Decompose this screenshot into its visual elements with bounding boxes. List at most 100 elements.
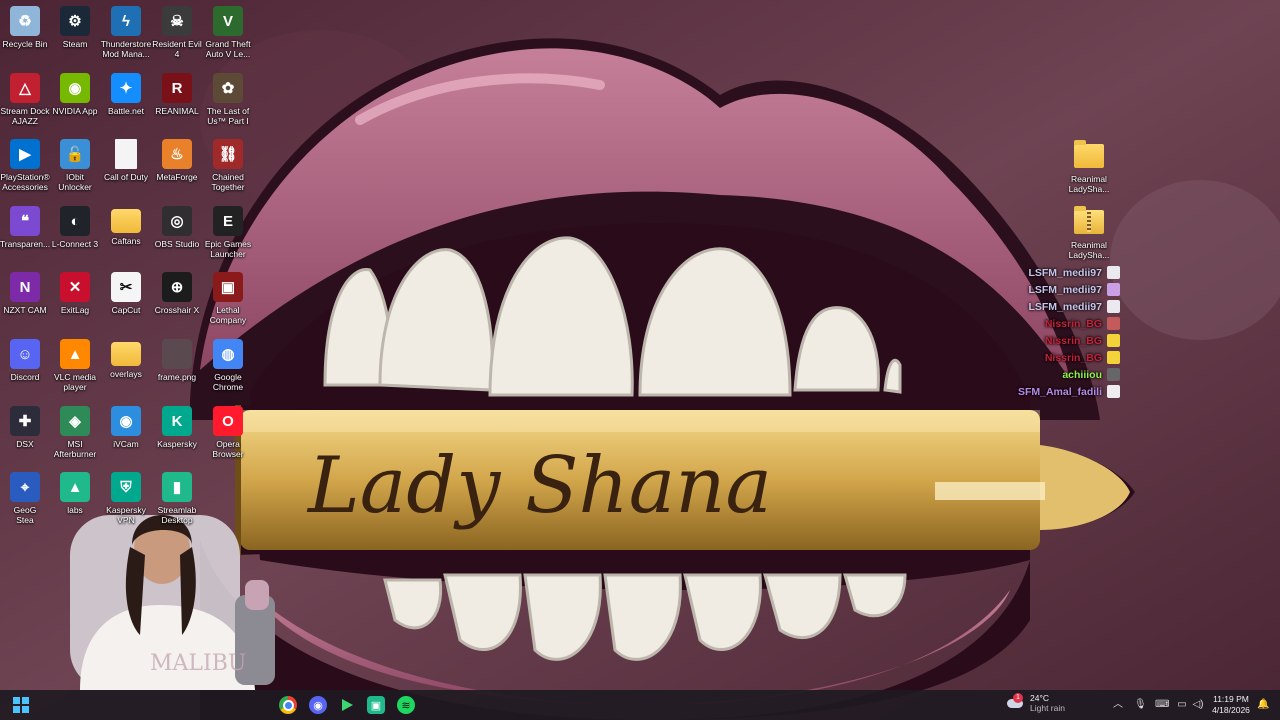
desktop-icon-label: IObit Unlocker xyxy=(58,172,92,192)
chat-badge-icon xyxy=(1107,368,1120,381)
image-file-icon xyxy=(162,339,192,369)
desktop-icon-label: L-Connect 3 xyxy=(51,239,99,249)
chat-badge-icon xyxy=(1107,385,1120,398)
chat-bubble-icon: ❝ xyxy=(10,206,40,236)
desktop-icon[interactable]: ⛨ Kaspersky VPN xyxy=(101,472,151,525)
desktop-icon[interactable]: Call of Duty xyxy=(101,139,151,182)
desktop-icon[interactable]: ⚙ Steam xyxy=(50,6,100,49)
desktop-icon[interactable]: ✕ ExitLag xyxy=(50,272,100,315)
desktop-icon[interactable]: ◉ iVCam xyxy=(101,406,151,449)
desktop-icon[interactable]: 🔓 IObit Unlocker xyxy=(50,139,100,192)
spotify-icon[interactable]: ≋ xyxy=(397,696,415,714)
desktop-icon[interactable]: ✂ CapCut xyxy=(101,272,151,315)
app-icon[interactable]: ▣ xyxy=(367,696,385,714)
desktop-icon[interactable]: O Opera Browser xyxy=(203,406,253,459)
notification-icon[interactable]: 🔔 xyxy=(1257,699,1269,711)
desktop-icon[interactable]: R REANIMAL xyxy=(152,73,202,116)
microphone-icon[interactable]: 🎙 xyxy=(1134,699,1147,711)
chat-username: achiiiou xyxy=(1062,368,1102,381)
chat-badge-icon xyxy=(1107,317,1120,330)
chat-badge-icon xyxy=(1107,351,1120,364)
desktop-icon[interactable]: ◈ MSI Afterburner xyxy=(50,406,100,459)
desktop-icon[interactable]: ▲ labs xyxy=(50,472,100,515)
desktop-icon[interactable]: ◐ L-Connect 3 xyxy=(50,206,100,249)
desktop-icon[interactable]: ♨ MetaForge xyxy=(152,139,202,182)
obs-icon: ◎ xyxy=(162,206,192,236)
desktop-icon-label: Resident Evil 4 xyxy=(152,39,202,59)
streamlabs-icon: ▲ xyxy=(60,472,90,502)
desktop-icon[interactable]: ◉ NVIDIA App xyxy=(50,73,100,116)
desktop-icon[interactable]: ϟ Thunderstore Mod Mana... xyxy=(101,6,151,59)
desktop-icon-label: ExitLag xyxy=(60,305,90,315)
desktop-icon[interactable]: ♻ Recycle Bin xyxy=(0,6,50,49)
kaspersky-icon: K xyxy=(162,406,192,436)
desktop-icon-label: labs xyxy=(67,505,83,515)
desktop-icon[interactable]: ⛓ Chained Together xyxy=(203,139,253,192)
desktop-icon[interactable]: E Epic Games Launcher xyxy=(203,206,253,259)
file-icon xyxy=(115,139,137,169)
desktop-icon[interactable]: V Grand Theft Auto V Le... xyxy=(203,6,253,59)
desktop-icon[interactable]: ✿ The Last of Us™ Part I xyxy=(203,73,253,126)
chat-username: LSFM_medii97 xyxy=(1028,300,1102,313)
desktop-icon-label: Crosshair X xyxy=(154,305,200,315)
desktop-icon[interactable]: △ Stream Dock AJAZZ xyxy=(0,73,50,126)
weather-temp: 24°C xyxy=(1030,693,1049,703)
desktop-icon[interactable]: Caftans xyxy=(101,206,151,246)
desktop-icon[interactable]: ☺ Discord xyxy=(0,339,50,382)
desktop-icon[interactable]: ☠ Resident Evil 4 xyxy=(152,6,202,59)
resident-evil-icon: ☠ xyxy=(162,6,192,36)
discord-icon: ☺ xyxy=(10,339,40,369)
folder-icon xyxy=(111,209,141,233)
metaforge-icon: ♨ xyxy=(162,139,192,169)
desktop-icon-label: Battle.net xyxy=(108,106,144,116)
reanimal-icon: R xyxy=(162,73,192,103)
chat-username: Nissrin_BG xyxy=(1044,351,1102,364)
playstation-icon: ▶ xyxy=(10,139,40,169)
steam-mod-icon[interactable] xyxy=(338,696,356,714)
weather-alert-badge: 1 xyxy=(1013,693,1023,703)
desktop-icon[interactable]: ❝ Transparen... xyxy=(0,206,50,249)
ivcam-icon: ◉ xyxy=(111,406,141,436)
chevron-up-icon[interactable]: ︿ xyxy=(1112,699,1124,711)
volume-icon[interactable]: ◁) xyxy=(1192,699,1204,711)
desktop-icon[interactable]: ✚ DSX xyxy=(0,406,50,449)
desktop-icon[interactable]: ◎ OBS Studio xyxy=(152,206,202,249)
network-icon[interactable]: ▭ xyxy=(1176,699,1188,711)
taskbar-clock[interactable]: 11:19 PM 4/18/2026 xyxy=(1208,694,1254,716)
desktop-icon-label: Kaspersky xyxy=(157,439,197,449)
desktop-icon[interactable]: ▲ VLC media player xyxy=(50,339,100,392)
last-of-us-icon: ✿ xyxy=(213,73,243,103)
keyboard-icon[interactable]: ⌨ xyxy=(1155,699,1169,711)
desktop-icon[interactable]: ▣ Lethal Company xyxy=(203,272,253,325)
folder-icon xyxy=(111,342,141,366)
chrome-icon[interactable] xyxy=(279,696,297,714)
desktop-icon[interactable]: ⌖ GeoG Stea xyxy=(0,472,50,525)
desktop-icon[interactable]: ⊕ Crosshair X xyxy=(152,272,202,315)
desktop-icon[interactable]: ✦ Battle.net xyxy=(101,73,151,116)
desktop-icon[interactable]: ▮ Streamlab Desktop xyxy=(152,472,202,525)
windows-start-icon[interactable] xyxy=(12,696,30,714)
chat-badge-icon xyxy=(1107,283,1120,296)
chat-message: Nissrin_BG xyxy=(860,349,1120,366)
desktop-icon[interactable]: frame.png xyxy=(152,339,202,382)
discord-icon[interactable]: ◉ xyxy=(309,696,327,714)
desktop-icon-reanimal-zip[interactable]: Reanimal LadySha... xyxy=(1059,206,1119,260)
nzxt-icon: N xyxy=(10,272,40,302)
desktop-icon[interactable]: K Kaspersky xyxy=(152,406,202,449)
desktop-icon-reanimal-folder[interactable]: Reanimal LadySha... xyxy=(1059,140,1119,194)
clock-date: 4/18/2026 xyxy=(1212,705,1250,715)
desktop-icon[interactable]: ▶ PlayStation® Accessories xyxy=(0,139,50,192)
chat-badge-icon xyxy=(1107,334,1120,347)
desktop-icon[interactable]: overlays xyxy=(101,339,151,379)
desktop-icon-label: overlays xyxy=(110,369,142,379)
stream-chat-overlay: LSFM_medii97 LSFM_medii97 LSFM_medii97 Niss… xyxy=(860,264,1120,400)
desktop-icon[interactable]: N NZXT CAM xyxy=(0,272,50,315)
chat-badge-icon xyxy=(1107,300,1120,313)
desktop-icon[interactable]: ◍ Google Chrome xyxy=(203,339,253,392)
weather-widget[interactable]: 1 24°C Light rain xyxy=(1006,693,1065,713)
wallpaper-logo-text: Lady Shana xyxy=(306,441,772,531)
desktop-icon-label: Streamlab Desktop xyxy=(157,505,197,525)
desktop-icon-label: frame.png xyxy=(157,372,197,382)
desktop-icon-label: OBS Studio xyxy=(154,239,200,249)
desktop-icon-label: Reanimal LadySha... xyxy=(1068,240,1110,260)
